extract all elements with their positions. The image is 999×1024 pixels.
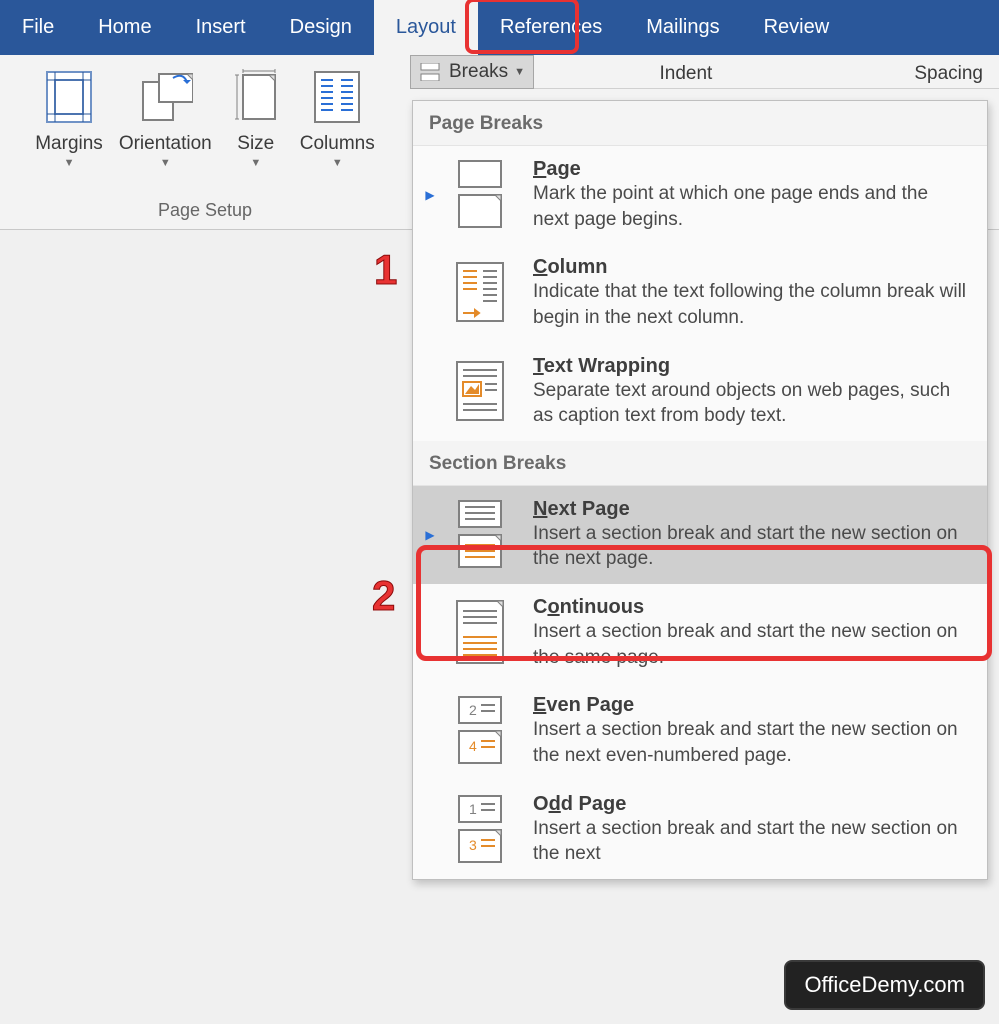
menu-item-desc: Insert a section break and start the new… — [533, 521, 967, 572]
tab-mailings[interactable]: Mailings — [624, 0, 741, 55]
menu-item-desc: Indicate that the text following the col… — [533, 279, 967, 330]
column-break-icon — [437, 256, 521, 328]
menu-item-desc: Insert a section break and start the new… — [533, 619, 967, 670]
orientation-label: Orientation — [119, 133, 212, 155]
menu-item-page[interactable]: ▶ Page Mark the point at which one page … — [413, 146, 987, 244]
next-page-section-break-icon — [437, 498, 521, 570]
menu-item-desc: Mark the point at which one page ends an… — [533, 181, 967, 232]
submenu-arrow-icon: ▶ — [423, 528, 437, 542]
menu-item-desc: Insert a section break and start the new… — [533, 717, 967, 768]
annotation-callout-1: 1 — [374, 246, 397, 294]
page-setup-group-label: Page Setup — [158, 200, 252, 229]
annotation-callout-2: 2 — [372, 572, 395, 620]
size-button[interactable]: Size ▼ — [220, 63, 292, 200]
breaks-dropdown: Page Breaks ▶ Page Mark the point at whi… — [412, 100, 988, 880]
tab-layout[interactable]: Layout — [374, 0, 478, 55]
menu-item-column[interactable]: Column Indicate that the text following … — [413, 244, 987, 342]
menu-item-desc: Separate text around objects on web page… — [533, 378, 967, 429]
menu-item-title: Next Page — [533, 498, 967, 521]
menu-item-next-page[interactable]: ▶ Next Page Insert a section break and s… — [413, 486, 987, 584]
dropdown-caret-icon: ▼ — [514, 66, 525, 78]
tab-insert[interactable]: Insert — [174, 0, 268, 55]
columns-button[interactable]: Columns ▼ — [292, 63, 383, 200]
menu-item-desc: Insert a section break and start the new… — [533, 816, 967, 867]
menu-item-continuous[interactable]: Continuous Insert a section break and st… — [413, 584, 987, 682]
spacing-group-label: Spacing — [898, 59, 999, 85]
orientation-icon — [137, 69, 193, 125]
columns-label: Columns — [300, 133, 375, 155]
ribbon-tabs: File Home Insert Design Layout Reference… — [0, 0, 999, 55]
breaks-label: Breaks — [449, 61, 508, 83]
margins-button[interactable]: Margins ▼ — [27, 63, 111, 200]
odd-page-section-break-icon: 1 3 — [437, 793, 521, 865]
svg-text:3: 3 — [469, 837, 477, 853]
continuous-section-break-icon — [437, 596, 521, 668]
svg-text:1: 1 — [469, 801, 477, 817]
section-breaks-section-title: Section Breaks — [413, 441, 987, 486]
page-setup-buttons: Margins ▼ Orientation ▼ Size ▼ — [27, 55, 383, 200]
menu-item-even-page[interactable]: 2 4 Even Page Insert a section break and… — [413, 682, 987, 780]
dropdown-caret-icon: ▼ — [160, 157, 171, 169]
submenu-arrow-icon: ▶ — [423, 188, 437, 202]
menu-item-title: Odd Page — [533, 793, 967, 816]
menu-item-title: Page — [533, 158, 967, 181]
menu-item-text-wrapping[interactable]: Text Wrapping Separate text around objec… — [413, 343, 987, 441]
orientation-button[interactable]: Orientation ▼ — [111, 63, 220, 200]
menu-item-title: Even Page — [533, 694, 967, 717]
even-page-section-break-icon: 2 4 — [437, 694, 521, 766]
text-wrapping-break-icon — [437, 355, 521, 427]
margins-label: Margins — [35, 133, 103, 155]
tab-design[interactable]: Design — [268, 0, 374, 55]
menu-item-odd-page[interactable]: 1 3 Odd Page Insert a section break and … — [413, 781, 987, 879]
tab-review[interactable]: Review — [742, 0, 852, 55]
watermark-brand: OfficeDemy.com — [784, 960, 985, 1010]
dropdown-caret-icon: ▼ — [64, 157, 75, 169]
breaks-button[interactable]: Breaks ▼ — [410, 55, 534, 89]
page-breaks-section-title: Page Breaks — [413, 101, 987, 146]
breaks-row: Breaks ▼ Indent Spacing — [410, 55, 999, 89]
dropdown-caret-icon: ▼ — [250, 157, 261, 169]
tab-home[interactable]: Home — [76, 0, 173, 55]
page-setup-group: Margins ▼ Orientation ▼ Size ▼ — [0, 55, 410, 229]
breaks-icon — [419, 63, 443, 81]
svg-text:4: 4 — [469, 738, 477, 754]
svg-text:2: 2 — [469, 702, 477, 718]
page-break-icon — [437, 158, 521, 230]
size-icon — [228, 69, 284, 125]
tab-file[interactable]: File — [0, 0, 76, 55]
menu-item-title: Column — [533, 256, 967, 279]
dropdown-caret-icon: ▼ — [332, 157, 343, 169]
indent-group-label: Indent — [644, 59, 729, 85]
columns-icon — [309, 69, 365, 125]
menu-item-title: Continuous — [533, 596, 967, 619]
size-label: Size — [237, 133, 274, 155]
margins-icon — [41, 69, 97, 125]
tab-references[interactable]: References — [478, 0, 624, 55]
menu-item-title: Text Wrapping — [533, 355, 967, 378]
